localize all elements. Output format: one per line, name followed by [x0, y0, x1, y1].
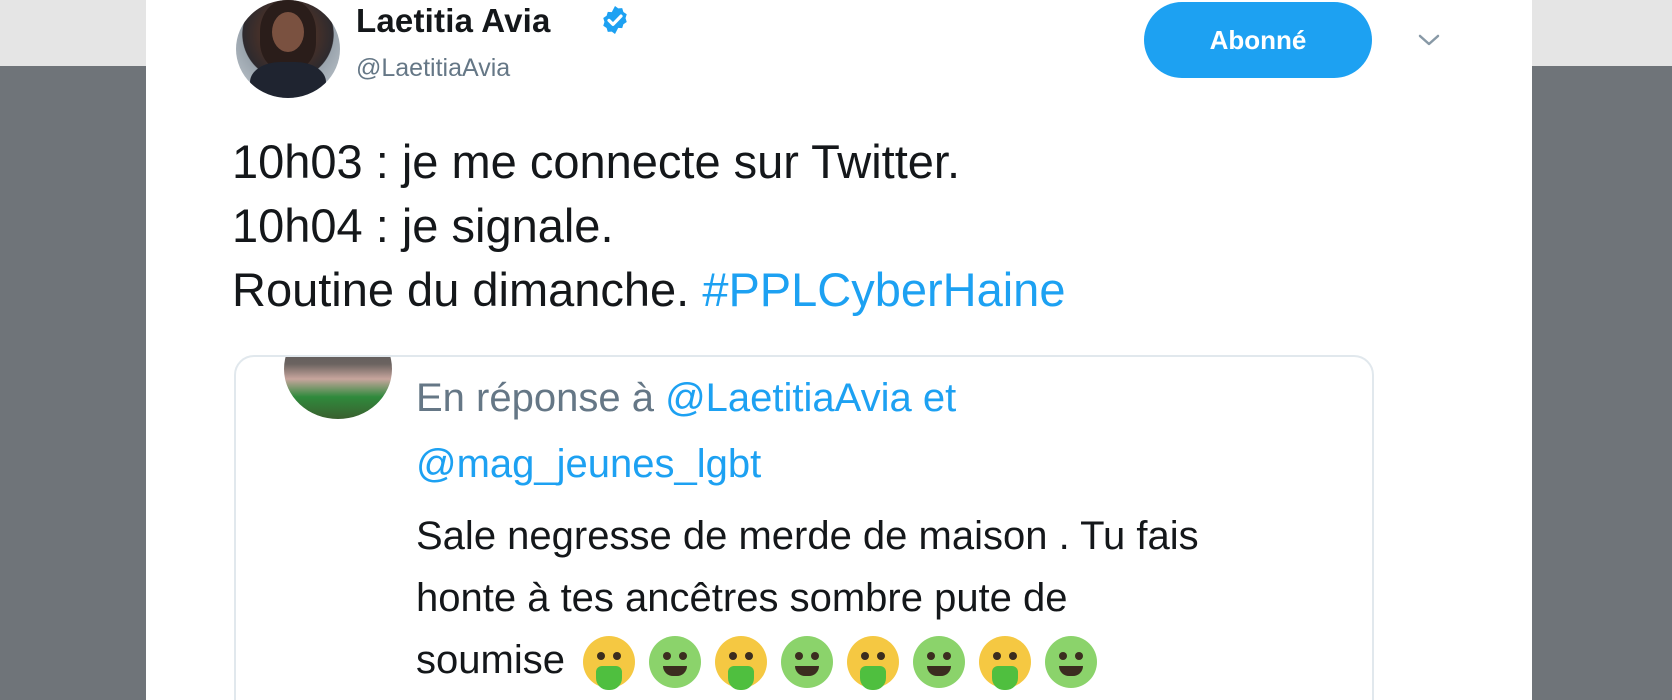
- nauseated-face-icon: [1044, 636, 1097, 689]
- nauseated-face-icon: [648, 636, 701, 689]
- quoted-tweet-text: Sale negresse de merde de maison . Tu fa…: [416, 505, 1356, 691]
- author-handle[interactable]: @LaetitiaAvia: [356, 54, 510, 83]
- reply-context: En réponse à @LaetitiaAvia et @mag_jeune…: [416, 365, 956, 497]
- nauseated-face-icon: [912, 636, 965, 689]
- author-display-name[interactable]: Laetitia Avia: [356, 2, 551, 40]
- emoji-row: [582, 636, 1097, 691]
- quoted-line: honte à tes ancêtres sombre pute de: [416, 576, 1068, 620]
- nauseated-face-icon: [780, 636, 833, 689]
- vomiting-face-icon: [582, 636, 635, 691]
- tweet-line-text: Routine du dimanche.: [232, 263, 690, 316]
- quoted-author-avatar[interactable]: [284, 357, 392, 419]
- reply-context-line: @mag_jeunes_lgbt: [416, 431, 956, 497]
- reply-conjunction: et: [922, 376, 957, 420]
- tweet-line: 10h04 : je signale.: [232, 199, 614, 252]
- reply-context-line: En réponse à @LaetitiaAvia et: [416, 365, 956, 431]
- tweet-line: 10h03 : je me connecte sur Twitter.: [232, 135, 961, 188]
- mention-link[interactable]: @LaetitiaAvia: [665, 376, 912, 420]
- hashtag-link[interactable]: #PPLCyberHaine: [702, 263, 1065, 316]
- verified-badge-icon: [603, 6, 627, 34]
- quoted-line: Sale negresse de merde de maison . Tu fa…: [416, 514, 1199, 558]
- tweet-card: Laetitia Avia @LaetitiaAvia Abonné 10h03…: [146, 0, 1532, 700]
- tweet-text: 10h03 : je me connecte sur Twitter. 10h0…: [232, 130, 1065, 322]
- avatar-face: [272, 12, 304, 52]
- reply-prefix: En réponse à: [416, 376, 654, 420]
- avatar-body: [250, 62, 326, 98]
- vomiting-face-icon: [978, 636, 1031, 691]
- mention-link[interactable]: @mag_jeunes_lgbt: [416, 442, 761, 486]
- follow-button[interactable]: Abonné: [1144, 2, 1372, 78]
- vomiting-face-icon: [714, 636, 767, 691]
- chevron-down-icon[interactable]: [1414, 30, 1444, 50]
- quoted-line-text: soumise: [416, 638, 565, 682]
- quoted-tweet[interactable]: En réponse à @LaetitiaAvia et @mag_jeune…: [234, 355, 1374, 700]
- author-avatar[interactable]: [236, 0, 340, 98]
- tweet-line: Routine du dimanche. #PPLCyberHaine: [232, 258, 1065, 322]
- vomiting-face-icon: [846, 636, 899, 691]
- quoted-line: soumise: [416, 629, 1356, 691]
